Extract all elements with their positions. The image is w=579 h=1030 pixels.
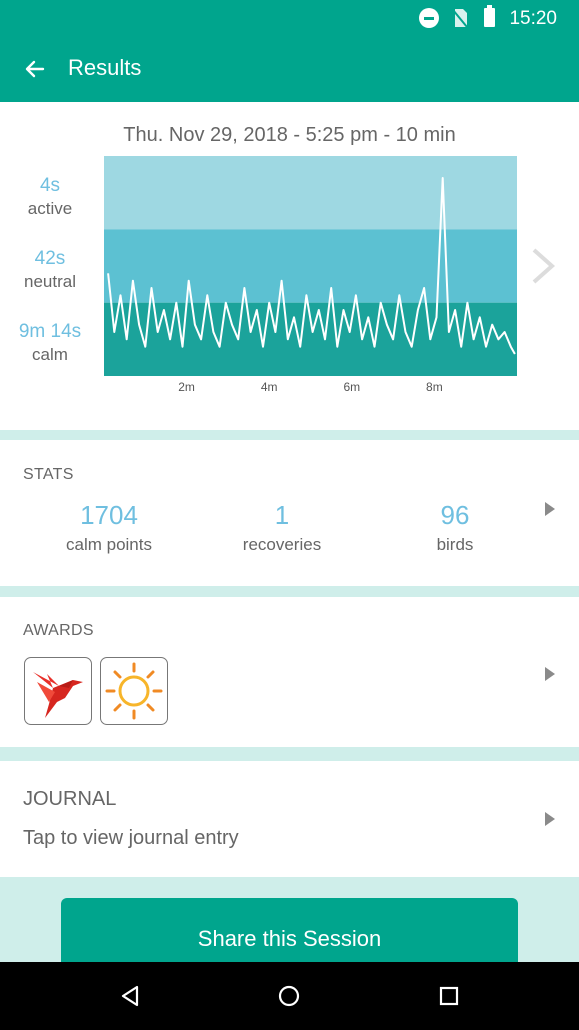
stats-arrow-icon[interactable] xyxy=(545,502,555,516)
session-card[interactable]: Thu. Nov 29, 2018 - 5:25 pm - 10 min 4s … xyxy=(0,102,579,430)
home-circle-icon[interactable] xyxy=(269,976,309,1016)
journal-title: JOURNAL xyxy=(23,788,117,810)
stat-birds: 96 birds xyxy=(355,500,555,555)
chevron-right-icon[interactable] xyxy=(526,246,560,286)
stats-title: STATS xyxy=(23,466,74,483)
session-date: Thu. Nov 29, 2018 - 5:25 pm - 10 min xyxy=(123,124,456,146)
stat-value: 96 xyxy=(440,500,470,530)
level-neutral: 42s neutral xyxy=(0,248,100,292)
stats-card[interactable]: STATS 1704 calm points 1 recoveries 96 b… xyxy=(0,440,579,586)
stat-value: 1704 xyxy=(80,500,138,530)
band-neutral xyxy=(104,229,517,303)
journal-subtitle: Tap to view journal entry xyxy=(23,827,239,849)
arrow-left-icon xyxy=(25,60,45,78)
back-triangle-icon[interactable] xyxy=(110,976,150,1016)
navigation-bar xyxy=(0,962,579,1030)
session-chart xyxy=(104,156,517,376)
awards-arrow-icon[interactable] xyxy=(545,667,555,681)
x-tick-label: 2m xyxy=(178,380,195,394)
level-active: 4s active xyxy=(0,175,100,219)
award-sun[interactable] xyxy=(100,657,168,725)
x-tick-label: 8m xyxy=(426,380,443,394)
level-neutral-value: 42s xyxy=(34,248,66,269)
sun-award-icon xyxy=(105,662,163,720)
back-button[interactable] xyxy=(18,52,52,86)
recents-square-icon[interactable] xyxy=(429,976,469,1016)
clock: 15:20 xyxy=(509,8,557,29)
journal-card[interactable]: JOURNAL Tap to view journal entry xyxy=(0,761,579,877)
x-tick-label: 6m xyxy=(343,380,361,394)
level-active-value: 4s xyxy=(39,175,61,196)
x-tick-label: 4m xyxy=(260,380,278,394)
stat-recoveries: 1 recoveries xyxy=(182,500,382,555)
stat-label: calm points xyxy=(66,535,152,554)
status-bar: 15:20 xyxy=(0,0,579,36)
stat-label: birds xyxy=(436,535,474,554)
award-hummingbird[interactable] xyxy=(24,657,92,725)
stat-value: 1 xyxy=(274,500,290,530)
awards-card[interactable]: AWARDS xyxy=(0,597,579,747)
stat-label: recoveries xyxy=(242,535,322,554)
awards-title: AWARDS xyxy=(23,622,94,639)
battery-icon xyxy=(484,5,495,27)
level-calm-label: calm xyxy=(32,345,68,364)
journal-arrow-icon[interactable] xyxy=(545,812,555,826)
hummingbird-award-icon xyxy=(33,672,83,718)
level-neutral-label: neutral xyxy=(24,272,76,291)
level-calm-value: 9m 14s xyxy=(18,321,82,342)
level-active-label: active xyxy=(27,199,73,218)
do-not-disturb-icon xyxy=(419,8,439,28)
page-title: Results xyxy=(68,55,142,80)
level-calm: 9m 14s calm xyxy=(0,321,100,365)
no-sim-icon xyxy=(452,9,468,28)
band-active xyxy=(104,156,517,230)
app-bar: Results xyxy=(0,36,579,102)
stat-calm-points: 1704 calm points xyxy=(9,500,209,555)
